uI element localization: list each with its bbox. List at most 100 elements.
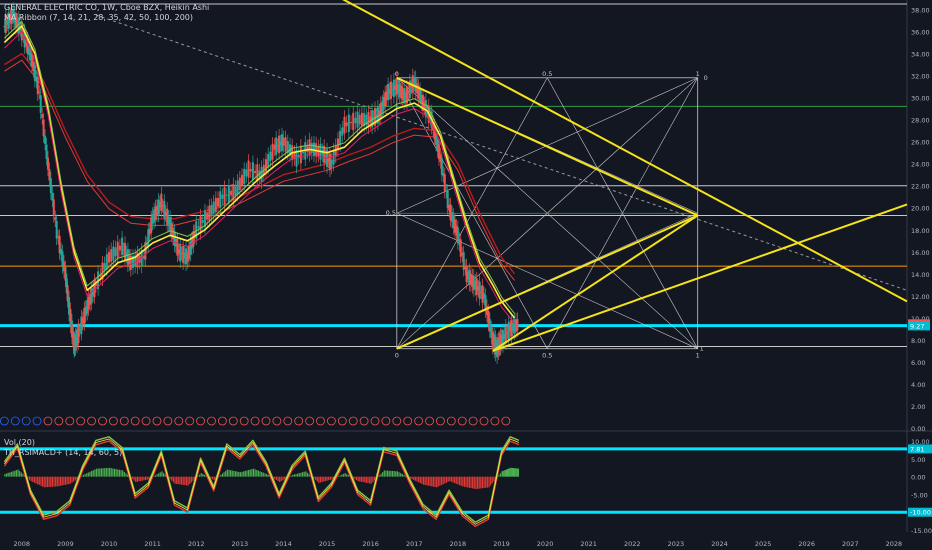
osc-tick-label: 0.00: [911, 474, 925, 482]
candle-body: [201, 220, 204, 223]
candle-body: [206, 212, 209, 220]
candle-body: [350, 122, 353, 124]
earnings-marker: [163, 416, 173, 426]
candle-body: [197, 226, 200, 228]
osc-histogram-bar: [230, 470, 232, 477]
earnings-marker: [10, 416, 20, 426]
candle-body: [227, 185, 230, 203]
candle-body: [52, 199, 55, 217]
osc-histogram-bar: [37, 476, 39, 485]
earnings-marker: [381, 416, 391, 426]
earnings-marker: [98, 416, 107, 426]
osc-histogram-bar: [243, 471, 245, 477]
earnings-marker: [370, 416, 380, 426]
candle-body: [157, 199, 160, 216]
osc-histogram-bar: [431, 476, 433, 487]
osc-histogram-bar: [162, 472, 165, 477]
osc-histogram-bar: [301, 472, 304, 477]
ma-200-line: [4, 52, 516, 275]
osc-histogram-bar: [315, 476, 317, 480]
price-tick-label: 12.00: [911, 293, 930, 301]
candle-body: [284, 137, 287, 152]
candle-body: [41, 114, 44, 118]
candle-body: [105, 254, 108, 270]
osc-histogram-bar: [486, 476, 488, 488]
earnings-marker: [479, 416, 489, 426]
osc-histogram-bar: [252, 468, 255, 477]
osc-histogram-bar: [426, 476, 428, 486]
osc-histogram-bar: [248, 470, 250, 477]
osc-histogram-bar: [275, 476, 278, 480]
osc-histogram-bar: [41, 476, 44, 487]
osc-histogram-bar: [159, 472, 161, 477]
candle-body: [49, 178, 52, 194]
osc-histogram-bar: [87, 472, 89, 477]
osc-histogram-bar: [387, 470, 389, 477]
osc-histogram-bar: [303, 471, 305, 477]
candle-body: [247, 160, 250, 178]
time-tick-label: 2024: [711, 540, 728, 548]
candle-body: [516, 319, 519, 331]
osc-histogram-bar: [504, 470, 506, 477]
earnings-marker: [436, 416, 445, 426]
osc-histogram-bar: [452, 476, 454, 483]
osc-histogram-bar: [118, 469, 121, 477]
osc-histogram-bar: [74, 476, 76, 481]
osc-histogram-bar: [176, 476, 178, 484]
osc-histogram-bar: [488, 476, 490, 488]
price-tick-label: 22.00: [911, 183, 930, 191]
osc-histogram-bar: [43, 476, 45, 488]
osc-histogram-bar: [393, 471, 395, 477]
time-tick-label: 2008: [14, 540, 31, 548]
candle-body: [112, 246, 115, 261]
candle-body: [45, 144, 48, 160]
osc-histogram-bar: [172, 476, 174, 483]
osc-histogram-bar: [45, 476, 47, 488]
osc-histogram-bar: [305, 471, 307, 477]
osc-histogram-bar: [115, 469, 117, 477]
price-chart[interactable]: 38.00 36.00 34.00 32.00 30.00 28.00 26.00 24.00…: [0, 0, 932, 550]
gann-label-bottom-05: 0.5: [542, 352, 552, 360]
osc-histogram-bar: [398, 472, 400, 477]
time-tick-label: 2027: [842, 540, 859, 548]
osc-histogram-bar: [439, 476, 441, 486]
osc-histogram-bar: [449, 476, 451, 482]
osc-histogram-bar: [432, 476, 434, 487]
osc-histogram-bar: [418, 476, 420, 483]
time-tick-label: 2015: [319, 540, 336, 548]
earnings-marker: [130, 416, 140, 426]
candle-body: [225, 194, 228, 196]
osc-histogram-bar: [131, 476, 134, 480]
price-tick-label: 4.00: [911, 381, 925, 389]
candle-body: [223, 187, 226, 205]
price-tick-label: 24.00: [911, 161, 930, 169]
earnings-marker: [457, 416, 467, 426]
osc-histogram-bar: [455, 476, 457, 484]
osc-histogram-bar: [357, 476, 359, 482]
earnings-marker: [359, 416, 369, 426]
osc-histogram-bar: [89, 471, 91, 477]
osc-histogram-bar: [30, 476, 32, 482]
earnings-marker: [0, 416, 9, 426]
osc-histogram-bar: [324, 476, 327, 482]
osc-histogram-bar: [33, 476, 35, 483]
osc-histogram-bar: [424, 476, 426, 485]
candle-body: [108, 251, 111, 263]
osc-histogram-bar: [472, 476, 474, 489]
osc-histogram-bar: [328, 476, 330, 481]
candle-body: [367, 111, 370, 128]
osc-histogram-bar: [395, 471, 397, 477]
candle-body: [269, 151, 272, 161]
osc-histogram-bar: [373, 476, 376, 481]
candle-body: [38, 91, 41, 93]
osc-histogram-bar: [341, 474, 343, 477]
candle-body: [221, 194, 224, 199]
osc-histogram-bar: [316, 476, 318, 482]
candle-body: [312, 142, 315, 156]
candle-body: [352, 112, 355, 131]
osc-histogram-bar: [280, 476, 282, 482]
osc-histogram-bar: [300, 472, 302, 477]
osc-histogram-bar: [295, 474, 297, 477]
osc-histogram-bar: [256, 470, 258, 477]
osc-histogram-bar: [436, 476, 438, 488]
